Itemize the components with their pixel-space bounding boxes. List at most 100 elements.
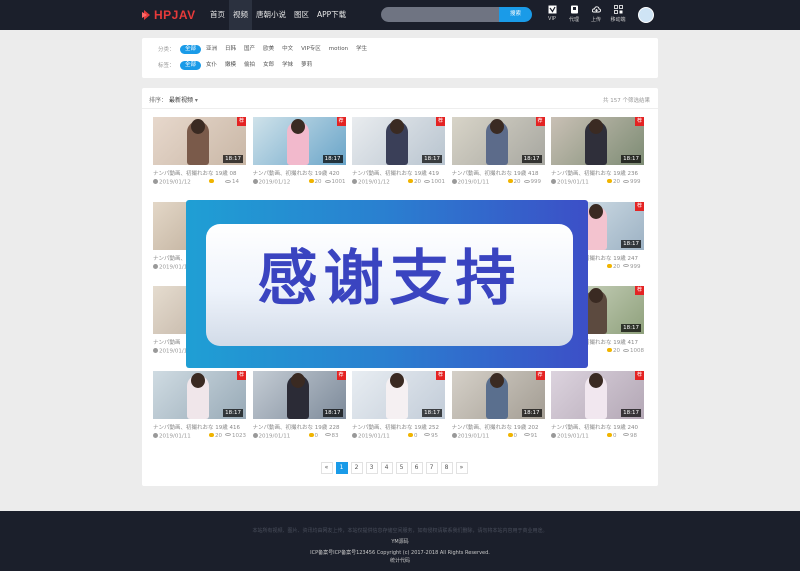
video-thumbnail[interactable]: 18:17 荐 [352, 370, 445, 419]
eye-icon [225, 179, 231, 183]
price: 0 [408, 432, 418, 439]
tag-chip[interactable]: 全部 [180, 60, 202, 70]
eye-icon [623, 433, 629, 436]
tag-chip[interactable]: 萝莉 [298, 61, 315, 70]
video-title[interactable]: ナンパ動画、初撮れおな 19歳 252 [352, 423, 445, 431]
video-title[interactable]: ナンパ動画、初撮れおな 19歳 202 [452, 423, 545, 431]
price-text: 0 [513, 432, 518, 439]
views: 1001 [424, 179, 445, 185]
coin-icon [507, 179, 513, 183]
next-page-button[interactable]: » [455, 462, 468, 474]
vip-link[interactable]: VIP [541, 5, 563, 23]
tag-chip[interactable]: 学妹 [279, 61, 296, 70]
tag-chip[interactable]: 女郎 [260, 61, 277, 70]
nav-item-novel[interactable]: 唐朝小说 [252, 0, 290, 30]
agent-link[interactable]: 代理 [563, 5, 585, 23]
video-title[interactable]: ナンパ動画、初撮れおな 19歳 240 [551, 423, 644, 431]
duration-badge: 18:17 [621, 239, 641, 248]
duration-badge: 18:17 [322, 408, 343, 417]
page-button[interactable]: 7 [425, 462, 438, 474]
tag-chip[interactable]: 女仆 [203, 61, 220, 70]
page-button[interactable]: 5 [395, 462, 408, 474]
tag-filter-row: 标签： 全部 女仆 嫩模 偷拍 女郎 学妹 萝莉 [158, 60, 317, 70]
category-chip[interactable]: 学生 [353, 45, 370, 54]
footer-icp: ICP备案号ICP备案号123456 Copyright (c) 2017-20… [310, 550, 490, 556]
page-button[interactable]: 3 [365, 462, 378, 474]
video-title[interactable]: ナンパ動画、初撮れおな 19歳 416 [153, 423, 246, 431]
video-title[interactable]: ナンパ動画、初撮れおな 19歳 228 [253, 423, 346, 431]
nav-item-app-download[interactable]: APP下载 [313, 0, 350, 30]
upload-link[interactable]: 上传 [585, 5, 607, 23]
category-chip[interactable]: VIP专区 [298, 45, 324, 54]
clock-icon [551, 179, 556, 184]
featured-ribbon-icon: 荐 [635, 286, 644, 295]
video-thumbnail[interactable]: 18:17 荐 [252, 117, 346, 165]
video-thumbnail[interactable]: 18:17 荐 [153, 370, 246, 419]
sort-dropdown[interactable]: 排序： 最新视频 ▾ [149, 95, 198, 104]
video-thumbnail[interactable]: 18:17 荐 [352, 117, 445, 165]
duration-badge: 18:17 [621, 155, 641, 163]
price-text: 0 [414, 432, 418, 439]
thumbnail-head [290, 372, 305, 388]
video-title[interactable]: ナンパ動画、初撮れおな 19歳 419 [352, 169, 445, 177]
thumbnail-head [589, 288, 603, 303]
page-button[interactable]: 6 [410, 462, 423, 474]
category-chip[interactable]: 亚洲 [203, 45, 220, 54]
video-thumbnail[interactable]: 18:17 荐 [451, 117, 545, 165]
upload-date: 2019/01/11 [551, 179, 589, 186]
eye-icon [523, 179, 530, 183]
thumbnail-head [589, 119, 603, 134]
video-thumbnail[interactable]: 18:17 荐 [551, 117, 644, 165]
video-title[interactable]: ナンパ動画、初撮れおな 19歳 418 [452, 169, 545, 177]
prev-page-button[interactable]: « [320, 462, 333, 474]
nav-item-gallery[interactable]: 图区 [290, 0, 313, 30]
views: 1008 [623, 348, 644, 354]
page-button[interactable]: 4 [380, 462, 393, 474]
category-label: 分类： [158, 47, 175, 53]
price-text: 20 [215, 432, 222, 439]
date-text: 2019/01/11 [457, 433, 490, 439]
video-title[interactable]: ナンパ動画、初撮れおな 19歳 236 [551, 169, 644, 177]
tag-chip[interactable]: 偷拍 [241, 61, 258, 70]
page-button[interactable]: 8 [440, 462, 453, 474]
duration-badge: 18:17 [223, 408, 243, 417]
footer-ym-link[interactable]: YM源码 [0, 538, 800, 545]
views-text: 1008 [630, 348, 644, 354]
views: 1023 [225, 433, 246, 439]
price-text: 20 [613, 348, 620, 354]
views-text: 98 [630, 432, 637, 439]
divider [142, 108, 658, 109]
nav-item-video[interactable]: 视频 [229, 0, 252, 30]
category-chip[interactable]: 中文 [279, 45, 296, 54]
tag-label: 标签： [158, 63, 175, 69]
category-chip[interactable]: motion [326, 45, 351, 54]
video-title[interactable]: ナンパ動画、初撮れおな 19歳 08 [153, 169, 246, 177]
video-title[interactable]: ナンパ動画、初撮れおな 19歳 420 [253, 169, 346, 177]
category-chip[interactable]: 全部 [180, 44, 202, 54]
thumbnail-head [589, 203, 603, 219]
footer-stats: 统计代码 [389, 558, 410, 564]
tag-chip[interactable]: 嫩模 [222, 61, 239, 70]
mobile-link[interactable]: 移动端 [607, 5, 629, 23]
eye-icon [424, 179, 430, 183]
video-thumbnail[interactable]: 18:17 荐 [451, 370, 545, 419]
category-chip[interactable]: 国产 [241, 45, 258, 54]
user-avatar[interactable] [638, 7, 654, 23]
page-button[interactable]: 2 [350, 462, 363, 474]
upload-date: 2019/01/11 [153, 432, 191, 439]
category-chip[interactable]: 欧美 [260, 45, 277, 54]
views: 999 [523, 179, 541, 185]
search-button[interactable]: 搜索 [499, 7, 532, 22]
thumbnail-head [489, 119, 504, 134]
views-text: 1001 [431, 179, 445, 185]
video-thumbnail[interactable]: 18:17 荐 [153, 117, 246, 165]
page-button[interactable]: 1 [335, 462, 348, 474]
nav-item-home[interactable]: 首页 [206, 0, 229, 30]
site-logo[interactable]: HPJAV [142, 8, 196, 22]
upload-date: 2019/01/11 [451, 179, 489, 186]
video-thumbnail[interactable]: 18:17 荐 [551, 370, 644, 419]
video-thumbnail[interactable]: 18:17 荐 [252, 370, 346, 419]
views: 999 [623, 264, 641, 270]
category-chip[interactable]: 日韩 [222, 45, 239, 54]
search-input[interactable] [381, 7, 499, 22]
